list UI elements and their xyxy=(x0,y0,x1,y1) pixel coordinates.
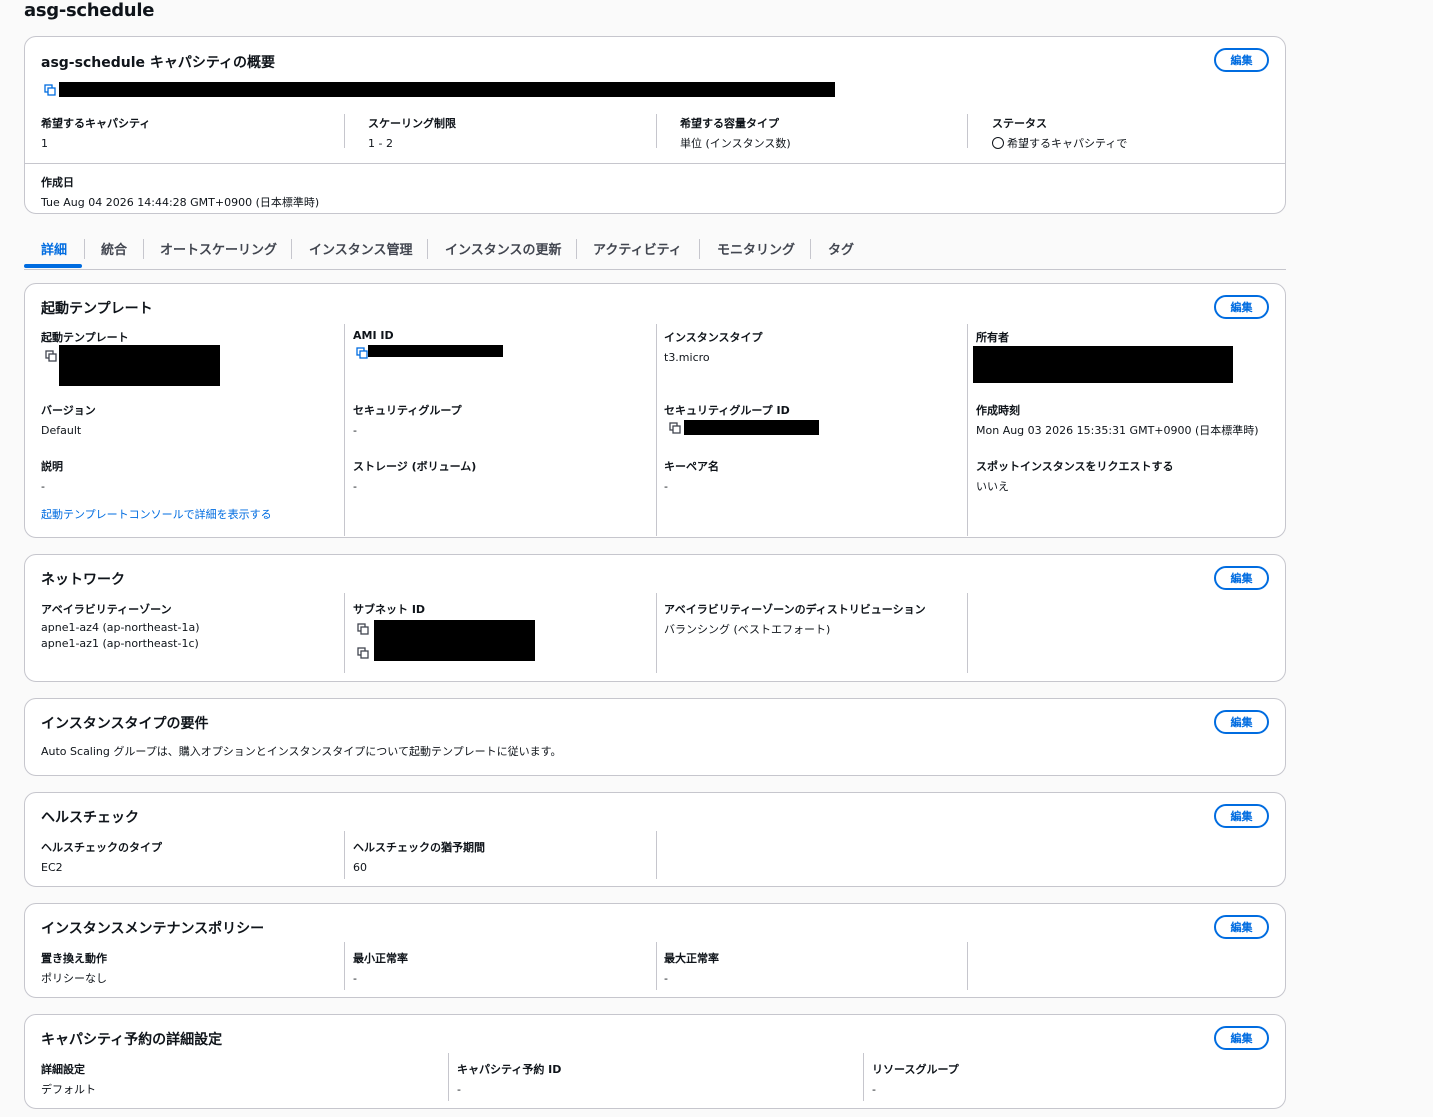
security-group-id-label: セキュリティグループ ID xyxy=(664,404,790,417)
availability-zone-value: apne1-az1 (ap-northeast-1c) xyxy=(41,637,199,650)
capacity-type-value: 単位 (インスタンス数) xyxy=(680,137,791,150)
availability-zone-label: アベイラビリティーゾーン xyxy=(41,603,172,616)
description-value: - xyxy=(41,480,45,493)
created-date-value: Tue Aug 04 2026 14:44:28 GMT+0900 (日本標準時… xyxy=(41,196,320,209)
capacity-reservation-card: キャパシティ予約の詳細設定 編集 詳細設定 デフォルト キャパシティ予約 ID … xyxy=(24,1014,1286,1109)
card-title: インスタンスメンテナンスポリシー xyxy=(41,921,265,937)
replacement-behavior-label: 置き換え動作 xyxy=(41,952,107,965)
card-title: インスタンスタイプの要件 xyxy=(41,716,209,732)
edit-button[interactable]: 編集 xyxy=(1214,48,1269,72)
az-distribution-value: バランシング (ベストエフォート) xyxy=(664,623,831,636)
resource-group-label: リソースグループ xyxy=(872,1063,959,1076)
reservation-preference-label: 詳細設定 xyxy=(41,1063,85,1076)
edit-button[interactable]: 編集 xyxy=(1214,1026,1269,1050)
subnet-id-label: サブネット ID xyxy=(353,603,426,616)
copy-icon[interactable] xyxy=(357,623,369,635)
page-title: asg-schedule xyxy=(24,0,155,21)
reservation-preference-value: デフォルト xyxy=(41,1083,96,1096)
launch-template-console-link[interactable]: 起動テンプレートコンソールで詳細を表示する xyxy=(41,506,272,522)
redacted-sg-id xyxy=(684,420,819,435)
scaling-limits-label: スケーリング制限 xyxy=(368,117,456,130)
instance-type-requirements-card: インスタンスタイプの要件 編集 Auto Scaling グループは、購入オプシ… xyxy=(24,698,1286,776)
edit-button[interactable]: 編集 xyxy=(1214,566,1269,590)
redacted-owner xyxy=(973,346,1233,383)
card-title: 起動テンプレート xyxy=(41,301,153,317)
launch-template-label: 起動テンプレート xyxy=(41,331,129,344)
edit-button[interactable]: 編集 xyxy=(1214,915,1269,939)
copy-icon[interactable] xyxy=(669,422,681,434)
card-title: キャパシティ予約の詳細設定 xyxy=(41,1032,223,1048)
created-time-value: Mon Aug 03 2026 15:35:31 GMT+0900 (日本標準時… xyxy=(976,424,1259,437)
spot-request-label: スポットインスタンスをリクエストする xyxy=(976,460,1174,473)
desired-capacity-value: 1 xyxy=(41,137,48,150)
status-value: 希望するキャパシティで xyxy=(1007,137,1128,150)
health-check-card: ヘルスチェック 編集 ヘルスチェックのタイプ EC2 ヘルスチェックの猶予期間 … xyxy=(24,792,1286,887)
security-group-label: セキュリティグループ xyxy=(353,404,462,417)
edit-button[interactable]: 編集 xyxy=(1214,295,1269,319)
scaling-limits-value: 1 - 2 xyxy=(368,137,393,150)
edit-button[interactable]: 編集 xyxy=(1214,804,1269,828)
health-check-type-value: EC2 xyxy=(41,861,63,874)
desired-capacity-label: 希望するキャパシティ xyxy=(41,117,151,130)
redacted-template xyxy=(59,345,220,386)
health-check-type-label: ヘルスチェックのタイプ xyxy=(41,841,162,854)
copy-icon[interactable] xyxy=(45,350,57,362)
ami-id-label: AMI ID xyxy=(353,329,394,342)
resource-group-value: - xyxy=(872,1083,876,1096)
tab-instance-management[interactable]: インスタンス管理 xyxy=(309,239,412,258)
security-group-value: - xyxy=(353,424,357,437)
redacted-ami xyxy=(368,345,503,357)
status-label: ステータス xyxy=(992,117,1047,130)
storage-label: ストレージ (ボリューム) xyxy=(353,460,477,473)
card-title: asg-schedule キャパシティの概要 xyxy=(41,55,276,71)
instance-type-label: インスタンスタイプ xyxy=(664,331,763,344)
redacted-arn xyxy=(59,82,835,97)
reservation-id-label: キャパシティ予約 ID xyxy=(457,1063,562,1076)
spot-request-value: いいえ xyxy=(976,480,1009,493)
tab-tags[interactable]: タグ xyxy=(828,239,854,258)
instance-requirements-text: Auto Scaling グループは、購入オプションとインスタンスタイプについて… xyxy=(41,745,562,758)
card-title: ヘルスチェック xyxy=(41,810,139,826)
active-tab-indicator xyxy=(24,264,82,268)
tab-integrations[interactable]: 統合 xyxy=(101,239,127,258)
replacement-behavior-value: ポリシーなし xyxy=(41,972,107,985)
capacity-overview-card: asg-schedule キャパシティの概要 編集 希望するキャパシティ 1 ス… xyxy=(24,36,1286,214)
copy-icon[interactable] xyxy=(44,84,56,96)
min-healthy-label: 最小正常率 xyxy=(353,952,408,965)
edit-button[interactable]: 編集 xyxy=(1214,710,1269,734)
instance-type-value: t3.micro xyxy=(664,351,710,364)
version-value: Default xyxy=(41,424,82,437)
owner-label: 所有者 xyxy=(976,331,1009,344)
tab-monitoring[interactable]: モニタリング xyxy=(717,239,795,258)
copy-icon[interactable] xyxy=(357,647,369,659)
tab-activity[interactable]: アクティビティ xyxy=(593,239,682,258)
network-card: ネットワーク 編集 アベイラビリティーゾーン apne1-az4 (ap-nor… xyxy=(24,554,1286,682)
key-pair-value: - xyxy=(664,480,668,493)
max-healthy-value: - xyxy=(664,972,668,985)
health-check-grace-label: ヘルスチェックの猶予期間 xyxy=(353,841,485,854)
availability-zone-value: apne1-az4 (ap-northeast-1a) xyxy=(41,621,200,634)
created-time-label: 作成時刻 xyxy=(976,404,1020,417)
tab-auto-scaling[interactable]: オートスケーリング xyxy=(160,239,277,258)
az-distribution-label: アベイラビリティーゾーンのディストリビューション xyxy=(664,603,926,616)
version-label: バージョン xyxy=(41,404,96,417)
tab-bar: 詳細 統合 オートスケーリング インスタンス管理 インスタンスの更新 アクティビ… xyxy=(24,236,1286,270)
health-check-grace-value: 60 xyxy=(353,861,367,874)
maintenance-policy-card: インスタンスメンテナンスポリシー 編集 置き換え動作 ポリシーなし 最小正常率 … xyxy=(24,903,1286,998)
tab-instance-refresh[interactable]: インスタンスの更新 xyxy=(445,239,561,258)
key-pair-label: キーペア名 xyxy=(664,460,719,473)
check-circle-icon xyxy=(992,137,1004,149)
card-title: ネットワーク xyxy=(41,572,125,588)
max-healthy-label: 最大正常率 xyxy=(664,952,719,965)
reservation-id-value: - xyxy=(457,1083,461,1096)
min-healthy-value: - xyxy=(353,972,357,985)
created-date-label: 作成日 xyxy=(41,176,74,189)
tab-details[interactable]: 詳細 xyxy=(41,239,67,258)
redacted-subnets xyxy=(374,620,535,661)
capacity-type-label: 希望する容量タイプ xyxy=(680,117,779,130)
launch-template-card: 起動テンプレート 編集 起動テンプレート AMI ID インスタンスタイプ t3… xyxy=(24,283,1286,538)
copy-icon[interactable] xyxy=(356,347,368,359)
description-label: 説明 xyxy=(41,460,63,473)
storage-value: - xyxy=(353,480,357,493)
